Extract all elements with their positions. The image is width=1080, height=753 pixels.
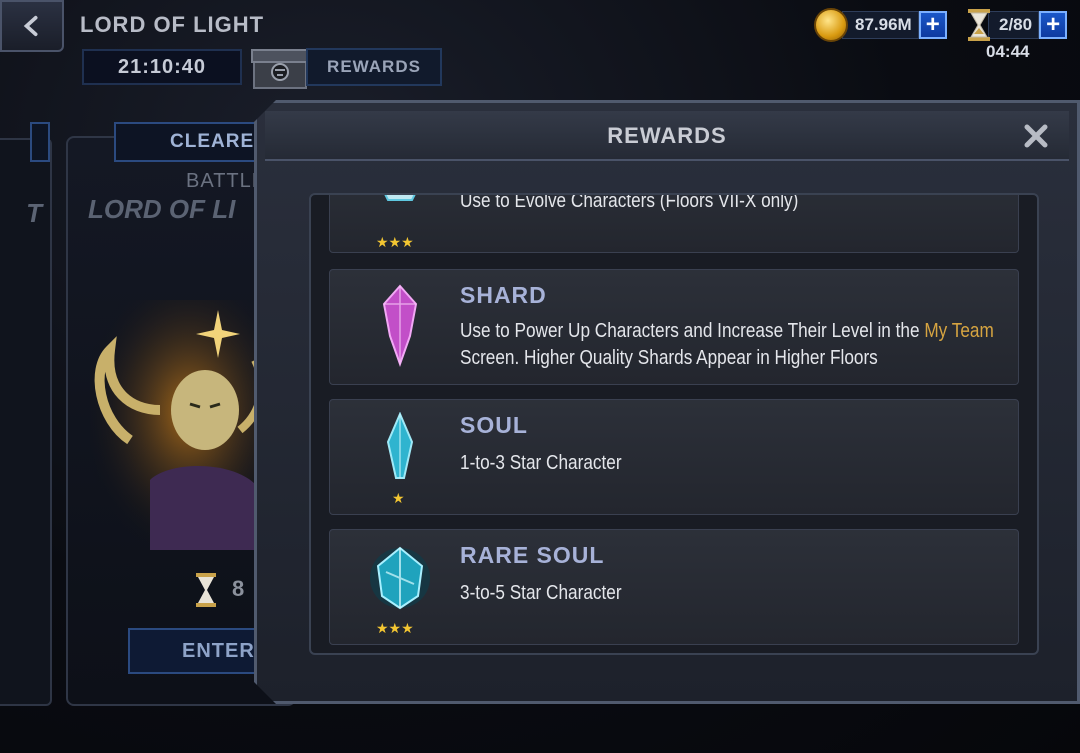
gold-counter: 87.96M + (814, 8, 947, 42)
card-tag (30, 122, 50, 162)
add-gold-button[interactable]: + (918, 11, 947, 39)
modal-title: REWARDS (607, 123, 727, 148)
rewards-modal: REWARDS Use to Evolve Characters (Floors… (254, 100, 1080, 704)
list-item: Use to Evolve Characters (Floors VII-X o… (329, 193, 1019, 253)
soul-icon (370, 412, 430, 482)
item-title: SHARD (460, 282, 547, 308)
gold-value: 87.96M (842, 11, 919, 39)
item-description: Use to Power Up Characters and Increase … (460, 320, 994, 369)
energy-counter: 2/80 + (966, 8, 1068, 42)
previous-battle-card[interactable]: T (0, 122, 52, 706)
rarity-stars: ★★★ (376, 620, 414, 636)
energy-cost: 8 (232, 576, 245, 601)
rewards-button[interactable]: REWARDS (306, 48, 442, 86)
item-description: 3-to-5 Star Character (460, 582, 622, 604)
item-description: Use to Evolve Characters (Floors VII-X o… (460, 193, 799, 212)
list-item: ★ SOUL 1-to-3 Star Character (329, 399, 1019, 515)
item-title: SOUL (460, 412, 528, 438)
add-energy-button[interactable]: + (1039, 11, 1068, 39)
energy-timer: 04:44 (986, 42, 1030, 61)
item-title: RARE SOUL (460, 542, 605, 568)
boss-name: LORD OF LI (88, 194, 236, 224)
rarity-stars: ★★★ (376, 234, 414, 250)
rare-soul-icon (364, 540, 436, 616)
modal-header: REWARDS (265, 111, 1069, 161)
chevron-left-icon (23, 15, 38, 37)
cleared-badge: CLEARE (114, 122, 264, 162)
item-description: 1-to-3 Star Character (460, 452, 622, 474)
close-icon[interactable] (1021, 121, 1051, 151)
event-timer: 21:10:40 (82, 49, 242, 85)
back-button[interactable] (0, 0, 64, 52)
energy-value: 2/80 (988, 11, 1040, 39)
list-item: ★★★ RARE SOUL 3-to-5 Star Character (329, 529, 1019, 645)
card-title-fragment: T (26, 198, 42, 228)
chest-icon (251, 49, 309, 89)
boss-portrait (90, 300, 270, 550)
shard-icon (370, 282, 430, 368)
page-title: LORD OF LIGHT (80, 12, 265, 37)
hourglass-icon (196, 573, 216, 607)
crystal-icon (370, 193, 430, 208)
rewards-list[interactable]: Use to Evolve Characters (Floors VII-X o… (309, 193, 1039, 655)
rarity-stars: ★ (392, 490, 405, 506)
gold-coin-icon (814, 8, 848, 42)
hourglass-icon (968, 9, 990, 41)
list-item: SHARD Use to Power Up Characters and Inc… (329, 269, 1019, 385)
